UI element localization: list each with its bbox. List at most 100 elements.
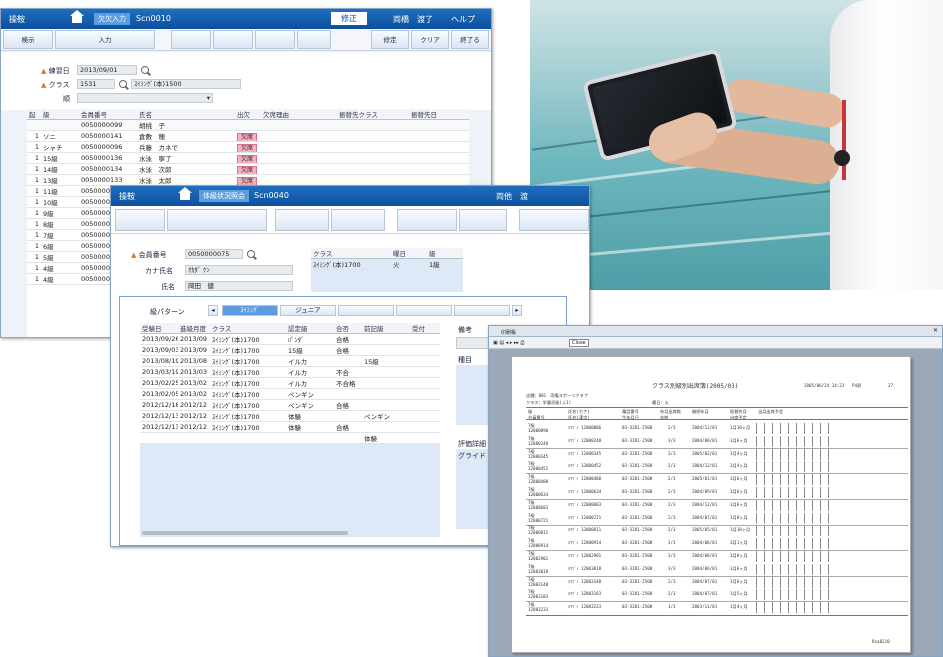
date-field[interactable]: 2013/09/01 xyxy=(77,65,137,75)
attendance-check-grid xyxy=(756,499,836,511)
report-continue-date: 2004/07/01 xyxy=(692,591,718,597)
col-name[interactable]: 氏名 xyxy=(137,109,235,120)
col-no[interactable]: 起 xyxy=(27,109,41,120)
report-continue-date: 2004/06/01 xyxy=(692,540,718,546)
attendance-check-grid xyxy=(756,538,836,550)
fn-button-4[interactable] xyxy=(331,209,385,231)
table-row[interactable]: 2013/09/26 2013/09 ｽｲﾐﾝｸﾞ(本)1700 ﾊﾟﾝﾀﾞ 合格 xyxy=(140,333,440,345)
fn-button-5[interactable] xyxy=(397,209,457,231)
report-schedule: 3月6ヶ月 xyxy=(730,476,748,482)
search-icon[interactable] xyxy=(247,250,255,258)
col-prev-grade[interactable]: 前記級 xyxy=(362,323,410,334)
fn-button-5[interactable] xyxy=(255,30,295,49)
fn-button-4[interactable] xyxy=(213,30,253,49)
col-certified-grade[interactable]: 認定級 xyxy=(286,323,334,334)
fn-button-1[interactable] xyxy=(115,209,165,231)
report-toolbar: ▣ ▤ ◂ ▸ ▸▸ ⎙ Close xyxy=(489,337,942,349)
report-phone: 03-3281-2500 xyxy=(622,578,653,584)
fn-button-clear[interactable]: クリア xyxy=(411,30,449,49)
absent-badge[interactable]: 欠席 xyxy=(237,143,258,152)
home-icon[interactable] xyxy=(178,187,192,200)
class-name-field: ｽｲﾐﾝｸﾞ(本)1500 xyxy=(131,79,241,89)
table-row[interactable]: 2012/12/13 2012/12 ｽｲﾐﾝｸﾞ(本)1700 体験 ペンギン xyxy=(140,410,440,422)
nav-icons[interactable]: ▣ ▤ ◂ ▸ ▸▸ ⎙ xyxy=(493,340,524,346)
fn-button-display[interactable]: 検示 xyxy=(3,30,53,49)
fn-button-save[interactable]: 修定 xyxy=(371,30,409,49)
col-class: クラス xyxy=(311,248,391,259)
col-attendance[interactable]: 出欠 xyxy=(235,109,261,120)
table-row[interactable]: 2013/03/19 2013/03 ｽｲﾐﾝｸﾞ(本)1700 イルカ 不合 xyxy=(140,366,440,378)
edit-button[interactable]: 修正 xyxy=(331,12,367,25)
col-transfer-class[interactable]: 振替先クラス xyxy=(337,109,409,120)
report-name: ﾊﾏｿﾞﾉ 12000480 xyxy=(568,476,602,482)
table-row[interactable]: 0050000099 胡桃 子 xyxy=(27,119,469,131)
close-button[interactable]: Close xyxy=(569,339,589,347)
report-preview-window: 印刷帳 ✕ ▣ ▤ ◂ ▸ ▸▸ ⎙ Close クラス別級別出席簿(2005/… xyxy=(488,325,943,657)
tab-3[interactable] xyxy=(338,305,394,316)
table-row[interactable]: 1 シャチ 0050000096 兵藤 カネで 欠席 xyxy=(27,141,469,153)
absent-badge[interactable]: 欠席 xyxy=(237,154,258,163)
search-icon[interactable] xyxy=(119,80,127,88)
table-row[interactable]: 2012/12/13 2012/12 ｽｲﾐﾝｸﾞ(本)1700 体験 合格 xyxy=(140,421,440,433)
w1-titlebar: 操鞍 欠欠入力 Scn0010 修正 両橋 渡了 ヘルプ xyxy=(1,9,491,29)
table-row[interactable]: 2013/02/25 2013/02 ｽｲﾐﾝｸﾞ(本)1700 イルカ 不合格 xyxy=(140,377,440,389)
report-schedule: 1月5ヶ月 xyxy=(730,591,748,597)
close-icon[interactable]: ✕ xyxy=(933,327,938,334)
table-row[interactable]: 2012/12/18 2012/12 ｽｲﾐﾝｸﾞ(本)1700 ペンギン 合格 xyxy=(140,399,440,411)
function-bar: 検示 入力 修定 クリア 終了る xyxy=(1,29,491,51)
report-phone: 03-3281-2500 xyxy=(622,489,653,494)
table-row[interactable]: 1 15級 0050000136 水泳 寧了 欠席 xyxy=(27,152,469,164)
home-icon[interactable] xyxy=(70,10,84,23)
table-row[interactable]: 1 14級 0050000134 水泳 次郎 欠席 xyxy=(27,163,469,175)
col-reception[interactable]: 受付 xyxy=(410,323,440,334)
name-label: 氏名 xyxy=(161,283,175,291)
breadcrumb[interactable]: 欠欠入力 xyxy=(94,13,130,25)
next-arrow-icon[interactable]: ▸ xyxy=(512,305,522,316)
col-month[interactable]: 進級月度 xyxy=(178,323,210,334)
report-continue-date: 2004/12/01 xyxy=(692,425,718,430)
help-link[interactable]: ヘルプ xyxy=(451,14,475,25)
table-row[interactable]: 体験 xyxy=(140,432,440,444)
prev-arrow-icon[interactable]: ◂ xyxy=(208,305,218,316)
table-row[interactable]: 1 ソニ 0050000141 倉敷 穂欠席 xyxy=(27,130,469,142)
fn-button-exit[interactable]: 終了る xyxy=(451,30,489,49)
fn-button-2[interactable] xyxy=(167,209,267,231)
col-reason[interactable]: 欠席理由 xyxy=(261,109,337,120)
class-code-field[interactable]: 1531 xyxy=(77,79,115,89)
fn-button-6[interactable] xyxy=(459,209,507,231)
absent-badge[interactable]: 欠席 xyxy=(237,165,258,174)
tab-swimming[interactable]: ｽｲﾐﾝｸﾞ xyxy=(222,305,278,316)
breadcrumb[interactable]: 体級状況照会 xyxy=(199,190,249,202)
horizontal-scrollbar[interactable] xyxy=(142,531,348,535)
col-grade[interactable]: 級 xyxy=(41,109,79,120)
tab-5[interactable] xyxy=(454,305,510,316)
tab-junior[interactable]: ジュニア xyxy=(280,305,336,316)
search-icon[interactable] xyxy=(141,66,149,74)
absent-badge[interactable]: 欠席 xyxy=(237,132,258,141)
col-member-id[interactable]: 会員番号 xyxy=(79,109,137,120)
user-name: 両他 渡 xyxy=(496,192,528,201)
table-row[interactable]: 2013/08/19 2013/08 ｽｲﾐﾝｸﾞ(本)1700 イルカ 15級 xyxy=(140,355,440,367)
table-row[interactable]: 2013/02/05 2013/02 ｽｲﾐﾝｸﾞ(本)1700 ペンギン xyxy=(140,388,440,400)
fn-button-3[interactable] xyxy=(275,209,329,231)
table-row[interactable]: 1 13級 0050000133 水泳 太郎 欠席 xyxy=(27,174,469,186)
report-phone: 03-3281-2500 xyxy=(622,501,653,507)
fn-button-3[interactable] xyxy=(171,30,211,49)
fn-button-input[interactable]: 入力 xyxy=(55,30,155,49)
col-class[interactable]: クラス xyxy=(210,323,286,334)
user-name: 両橋 渡了 xyxy=(393,15,433,24)
member-id-field[interactable]: 0050000075 xyxy=(185,249,243,259)
fn-button-6[interactable] xyxy=(297,30,331,49)
col-result[interactable]: 合否 xyxy=(334,323,362,334)
col-exam-date[interactable]: 受験日 xyxy=(140,323,178,334)
report-attendance: 2/3 xyxy=(668,425,676,430)
tab-4[interactable] xyxy=(396,305,452,316)
table-row[interactable]: 2013/09/03 2013/09 ｽｲﾐﾝｸﾞ(本)1700 15級 合格 xyxy=(140,344,440,356)
col-transfer-date[interactable]: 振替先日 xyxy=(409,109,469,120)
attendance-check-grid xyxy=(756,525,836,537)
table-row[interactable]: ｽｲﾐﾝｸﾞ(本)1700 火 1級 xyxy=(311,258,463,270)
report-phone: 03-3281-2500 xyxy=(622,527,653,533)
screen-id: Scn0040 xyxy=(254,191,289,200)
order-select[interactable]: ▾ xyxy=(77,93,213,103)
fn-button-7[interactable] xyxy=(519,209,589,231)
